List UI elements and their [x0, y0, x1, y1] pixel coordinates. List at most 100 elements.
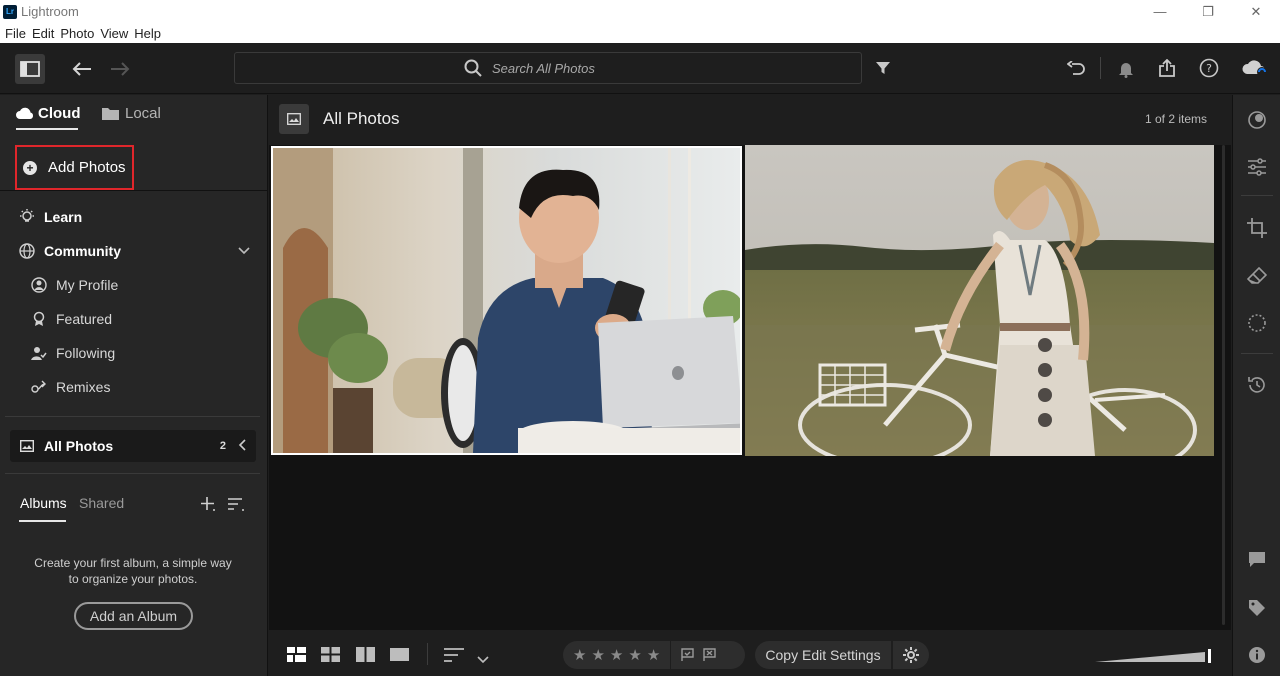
content-header: All Photos 1 of 2 items — [269, 95, 1231, 145]
star-1-icon[interactable]: ★ — [573, 646, 586, 664]
chevron-left-icon[interactable] — [238, 438, 246, 454]
right-panel — [1232, 95, 1280, 676]
info-icon[interactable] — [1245, 643, 1269, 667]
sort-icon[interactable] — [444, 648, 466, 667]
star-2-icon[interactable]: ★ — [591, 646, 604, 664]
sort-chevron-down-icon[interactable] — [477, 651, 489, 669]
comment-icon[interactable] — [1245, 548, 1269, 572]
detail-view-icon[interactable] — [390, 648, 409, 666]
add-photos-button[interactable]: + Add Photos — [15, 145, 134, 190]
square-grid-view-icon[interactable] — [287, 647, 306, 667]
remix-icon — [30, 378, 48, 396]
svg-text:?: ? — [1206, 62, 1212, 75]
item-count: 1 of 2 items — [1144, 112, 1207, 126]
scrollbar[interactable] — [1222, 145, 1225, 625]
tab-albums[interactable]: Albums — [20, 495, 67, 511]
right-separator — [1241, 353, 1273, 354]
panel-toggle-icon[interactable] — [15, 54, 45, 84]
nav-my-profile[interactable]: My Profile — [30, 276, 118, 294]
menu-bar: File Edit Photo View Help — [0, 23, 1280, 43]
nav-featured-label: Featured — [56, 311, 113, 327]
photo-grid-view-icon[interactable] — [321, 647, 340, 667]
plus-circle-icon: + — [23, 160, 37, 175]
keyword-tag-icon[interactable] — [1245, 596, 1269, 620]
back-arrow-icon[interactable] — [70, 57, 94, 81]
nav-community[interactable]: Community — [18, 242, 250, 260]
menu-help[interactable]: Help — [134, 26, 161, 41]
all-photos-count: 2 — [219, 440, 226, 452]
nav-learn[interactable]: Learn — [18, 208, 82, 226]
flag-reject-icon[interactable] — [703, 648, 717, 662]
nav-my-profile-label: My Profile — [56, 277, 119, 293]
lightbulb-icon — [18, 208, 36, 226]
add-album-button[interactable]: Add an Album — [74, 602, 193, 630]
nav-remixes-label: Remixes — [56, 379, 111, 395]
presets-icon[interactable] — [1245, 108, 1269, 132]
photo-man-with-phone-and-laptop — [273, 148, 740, 453]
search-icon — [464, 59, 482, 77]
active-tab-underline — [16, 128, 78, 130]
all-photos-item[interactable]: All Photos 2 — [10, 430, 256, 462]
compare-view-icon[interactable] — [356, 647, 375, 667]
star-4-icon[interactable]: ★ — [628, 646, 641, 664]
nav-following[interactable]: Following — [30, 344, 115, 362]
add-photos-label: Add Photos — [48, 159, 126, 176]
restore-button[interactable]: ❐ — [1184, 0, 1232, 23]
copy-edit-settings-button[interactable]: Copy Edit Settings — [755, 641, 891, 669]
undo-icon[interactable] — [1064, 57, 1088, 81]
tab-local[interactable]: Local — [102, 105, 161, 122]
sort-list-icon[interactable] — [227, 497, 245, 518]
star-3-icon[interactable]: ★ — [610, 646, 623, 664]
star-5-icon[interactable]: ★ — [647, 646, 660, 664]
cloud-sync-icon[interactable] — [1240, 56, 1270, 80]
history-icon[interactable] — [1245, 373, 1269, 397]
flag-pick-icon[interactable] — [681, 648, 695, 662]
tab-cloud[interactable]: Cloud — [16, 105, 81, 122]
nav-remixes[interactable]: Remixes — [30, 378, 110, 396]
search-input[interactable] — [492, 60, 632, 76]
bell-icon[interactable] — [1114, 57, 1138, 81]
forward-arrow-icon[interactable] — [108, 57, 132, 81]
photos-icon — [20, 440, 34, 452]
title-bar: Lr Lightroom — ❐ ✕ — [0, 0, 1280, 23]
photo-thumbnail-selected[interactable] — [271, 146, 742, 455]
rating-flag-bar: ★ ★ ★ ★ ★ — [563, 641, 745, 669]
photo-thumbnail[interactable] — [745, 145, 1214, 456]
nav-featured[interactable]: Featured — [30, 310, 112, 328]
gear-icon[interactable] — [893, 641, 929, 669]
crop-icon[interactable] — [1245, 216, 1269, 240]
menu-file[interactable]: File — [5, 26, 26, 41]
award-icon — [30, 310, 48, 328]
nav-community-label: Community — [44, 243, 121, 259]
photo-woman-with-bicycle — [745, 145, 1214, 456]
view-toggle-icon[interactable] — [279, 104, 309, 134]
tab-local-label: Local — [125, 105, 161, 122]
empty-albums-message: Create your first album, a simple way to… — [34, 556, 232, 586]
share-icon[interactable] — [1155, 56, 1179, 80]
edit-sliders-icon[interactable] — [1245, 155, 1269, 179]
bottom-separator — [427, 643, 428, 665]
search-field[interactable] — [234, 52, 862, 84]
thumbnail-size-slider[interactable] — [1095, 649, 1213, 668]
minimize-button[interactable]: — — [1136, 0, 1184, 23]
help-icon[interactable]: ? — [1197, 56, 1221, 80]
add-album-plus-icon[interactable] — [200, 495, 216, 518]
divider — [0, 190, 268, 191]
toolbar: ? — [0, 43, 1280, 94]
menu-photo[interactable]: Photo — [60, 26, 94, 41]
healing-eraser-icon[interactable] — [1245, 264, 1269, 288]
lightroom-logo-icon: Lr — [3, 4, 17, 19]
masking-icon[interactable] — [1245, 311, 1269, 335]
photo-grid-area: All Photos 1 of 2 items — [269, 95, 1231, 630]
nav-following-label: Following — [56, 345, 116, 361]
menu-view[interactable]: View — [100, 26, 128, 41]
bottom-toolbar: ★ ★ ★ ★ ★ Copy Edit Settings — [269, 631, 1231, 676]
close-button[interactable]: ✕ — [1232, 0, 1280, 23]
menu-edit[interactable]: Edit — [32, 26, 54, 41]
chevron-down-icon[interactable] — [238, 247, 250, 255]
filter-icon[interactable] — [872, 57, 894, 79]
divider — [5, 473, 260, 474]
nav-learn-label: Learn — [44, 209, 83, 225]
tab-shared[interactable]: Shared — [79, 495, 124, 511]
globe-icon — [18, 242, 36, 260]
